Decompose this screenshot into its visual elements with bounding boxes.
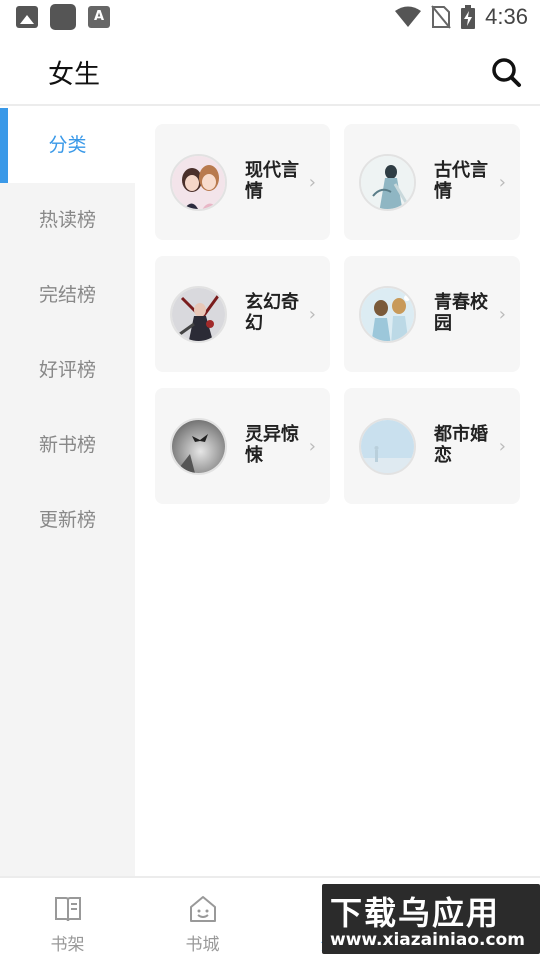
category-card[interactable]: 青春校园 › [344, 256, 520, 372]
status-bar: A 4:36 [0, 0, 540, 36]
category-card[interactable]: 灵异惊悚 › [155, 388, 330, 504]
bookshelf-icon [54, 897, 81, 922]
page-title: 女生 [48, 60, 101, 90]
nav-label: 书架 [50, 935, 85, 955]
ancient-romance-image [359, 154, 416, 211]
nav-bookstore[interactable]: 书城 [135, 878, 270, 960]
clock: 4:36 [485, 4, 528, 29]
sidebar-item-completed[interactable]: 完结榜 [0, 258, 135, 333]
watermark-title: 下载乌应用 [330, 894, 501, 932]
category-card[interactable]: 都市婚恋 › [344, 388, 520, 504]
font-notification-icon: A [88, 6, 110, 28]
gallery-notification-icon [16, 6, 38, 28]
romance-couple-image [170, 154, 227, 211]
chevron-right-icon: › [308, 172, 316, 193]
fantasy-warrior-image [170, 286, 227, 343]
search-icon[interactable] [490, 56, 522, 88]
horror-bat-image [170, 418, 227, 475]
nav-label: 书城 [185, 935, 220, 955]
category-label: 古代言情 [434, 160, 488, 202]
sidebar-item-updated[interactable]: 更新榜 [0, 483, 135, 558]
app-notification-icon [50, 4, 76, 30]
category-card[interactable]: 现代言情 › [155, 124, 330, 240]
app-root: A 4:36 女生 分类 热读榜 完结榜 好评榜 新书榜 更新榜 现代言情 › … [0, 0, 540, 960]
urban-sky-image [359, 418, 416, 475]
chevron-right-icon: › [498, 436, 506, 457]
watermark-url: www.xiazainiao.com [330, 930, 525, 950]
category-grid: 现代言情 › 古代言情 › 玄幻奇幻 › 青春校园 › 灵异惊悚 › 都市婚恋 … [155, 124, 521, 504]
nav-bookshelf[interactable]: 书架 [0, 878, 135, 960]
category-label: 玄幻奇幻 [245, 292, 299, 334]
battery-charging-icon [461, 5, 476, 29]
bookstore-icon [189, 896, 216, 922]
category-card[interactable]: 古代言情 › [344, 124, 520, 240]
chevron-right-icon: › [498, 304, 506, 325]
chevron-right-icon: › [308, 304, 316, 325]
category-label: 青春校园 [434, 292, 488, 334]
category-label: 灵异惊悚 [245, 424, 299, 466]
ranking-sidebar: 分类 热读榜 完结榜 好评榜 新书榜 更新榜 [0, 108, 135, 876]
campus-youth-image [359, 286, 416, 343]
no-sim-icon [431, 5, 451, 29]
watermark-banner: 下载乌应用 www.xiazainiao.com [322, 884, 540, 954]
chevron-right-icon: › [308, 436, 316, 457]
wifi-icon [395, 6, 422, 27]
sidebar-item-top-rated[interactable]: 好评榜 [0, 333, 135, 408]
top-header: 女生 [0, 36, 540, 106]
sidebar-item-hot-reading[interactable]: 热读榜 [0, 183, 135, 258]
category-label: 都市婚恋 [434, 424, 488, 466]
category-card[interactable]: 玄幻奇幻 › [155, 256, 330, 372]
chevron-right-icon: › [498, 172, 506, 193]
category-label: 现代言情 [245, 160, 299, 202]
sidebar-item-category[interactable]: 分类 [0, 108, 135, 183]
sidebar-item-new-books[interactable]: 新书榜 [0, 408, 135, 483]
